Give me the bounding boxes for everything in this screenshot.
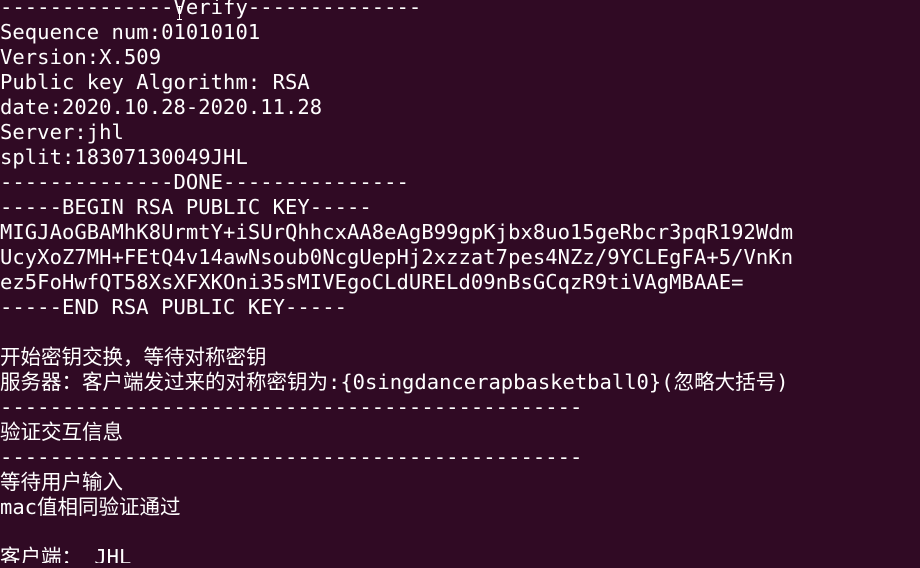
server-symmetric-key-line: 服务器：客户端发过来的对称密钥为:{0singdancerapbasketbal…: [0, 370, 789, 394]
key-data-line-2: UcyXoZ7MH+FEtQ4v14awNsoub0NcgUepHj2xzzat…: [0, 245, 794, 269]
separator-line: ----------------------------------------…: [0, 395, 583, 419]
date-line: date:2020.10.28-2020.11.28: [0, 95, 323, 119]
begin-key-line: -----BEGIN RSA PUBLIC KEY-----: [0, 195, 372, 219]
key-exchange-start-line: 开始密钥交换，等待对称密钥: [0, 345, 267, 369]
verify-header-line: --------------Verify--------------: [0, 0, 422, 19]
sequence-number-line: Sequence num:01010101: [0, 20, 261, 44]
split-line: split:18307130049JHL: [0, 145, 248, 169]
key-data-line-3: ez5FoHwfQT58XsXFXKOni35sMIVEgoCLdURELd09…: [0, 270, 744, 294]
done-header-line: --------------DONE---------------: [0, 170, 409, 194]
end-key-line: -----END RSA PUBLIC KEY-----: [0, 295, 347, 319]
public-key-algorithm-line: Public key Algorithm: RSA: [0, 70, 310, 94]
key-data-line-1: MIGJAoGBAMhK8UrmtY+iSUrQhhcxAA8eAgB99gpK…: [0, 220, 794, 244]
mac-verified-line: mac值相同验证通过: [0, 495, 181, 519]
text-cursor-ibeam-icon: [177, 6, 182, 20]
client-prompt-line[interactable]: 客户端： JHL: [0, 545, 920, 563]
version-line: Version:X.509: [0, 45, 162, 69]
terminal-window[interactable]: --------------Verify-------------- Seque…: [0, 0, 920, 563]
await-user-input-line: 等待用户输入: [0, 470, 123, 494]
server-line: Server:jhl: [0, 120, 124, 144]
separator-line: ----------------------------------------…: [0, 445, 583, 469]
verify-interaction-line: 验证交互信息: [0, 420, 123, 444]
